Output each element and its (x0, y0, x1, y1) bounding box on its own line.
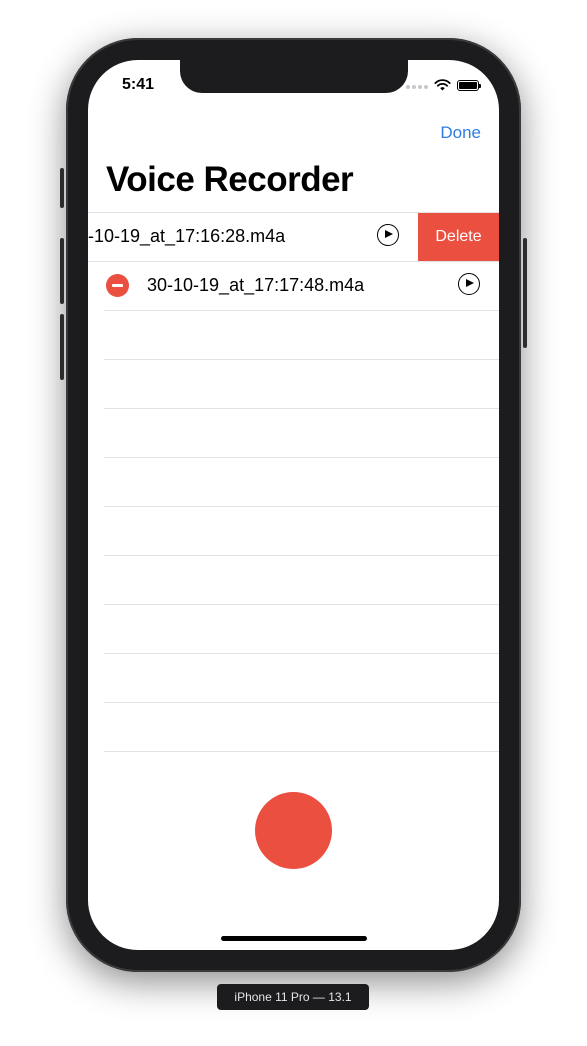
play-icon[interactable] (377, 224, 399, 246)
delete-minus-icon[interactable] (106, 274, 129, 297)
cellular-signal-icon (404, 76, 428, 94)
empty-row (104, 507, 499, 556)
empty-row (104, 311, 499, 360)
device-label: iPhone 11 Pro — 13.1 (217, 984, 369, 1010)
mute-switch (60, 168, 64, 208)
status-icons (404, 76, 481, 94)
recording-name: 30-10-19_at_17:17:48.m4a (147, 275, 365, 295)
done-button[interactable]: Done (440, 123, 481, 143)
status-time: 5:41 (122, 76, 155, 93)
recording-row[interactable]: -10-19_at_17:16:28.m4a Delete (88, 212, 499, 262)
volume-down-button (60, 314, 64, 380)
page-title: Voice Recorder (106, 160, 354, 199)
recordings-list: -10-19_at_17:16:28.m4a Delete 30-10-19_a… (88, 212, 499, 752)
volume-up-button (60, 238, 64, 304)
empty-row (104, 703, 499, 752)
home-indicator[interactable] (221, 936, 367, 941)
notch (180, 60, 408, 93)
empty-row (104, 556, 499, 605)
empty-row (104, 360, 499, 409)
play-icon[interactable] (458, 273, 480, 295)
recording-name: -10-19_at_17:16:28.m4a (88, 226, 286, 246)
record-button[interactable] (255, 792, 332, 869)
empty-row (104, 605, 499, 654)
device-screen: 5:41 Done Voice Recorder -10-19_at_17:16… (88, 60, 499, 950)
empty-row (104, 458, 499, 507)
power-button (523, 238, 527, 348)
empty-row (104, 409, 499, 458)
battery-icon (457, 79, 481, 91)
recording-row[interactable]: 30-10-19_at_17:17:48.m4a (104, 262, 499, 311)
wifi-icon (434, 79, 451, 91)
delete-button[interactable]: Delete (418, 213, 499, 261)
empty-row (104, 654, 499, 703)
